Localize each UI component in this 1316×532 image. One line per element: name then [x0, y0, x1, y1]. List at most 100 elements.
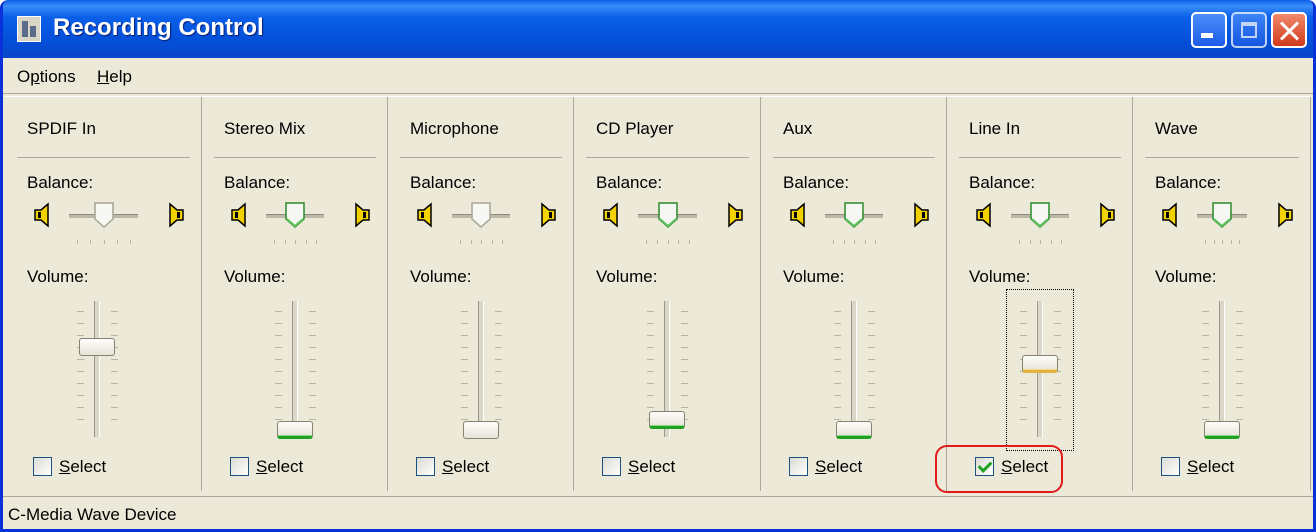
balance-tick [689, 240, 690, 244]
volume-slider-thumb[interactable] [276, 421, 313, 439]
volume-tick [111, 335, 118, 336]
balance-label: Balance: [224, 173, 291, 192]
status-bar: C-Media Wave Device [3, 496, 1313, 529]
right-speaker-icon [163, 201, 185, 229]
left-speaker-icon [230, 201, 252, 229]
volume-tick [1235, 395, 1243, 396]
close-button[interactable] [1271, 12, 1307, 48]
volume-tick [111, 419, 118, 420]
volume-tick [833, 323, 841, 324]
select-checkbox[interactable] [416, 457, 435, 476]
balance-tick [864, 240, 866, 244]
balance-tick [1040, 240, 1041, 244]
volume-track[interactable] [477, 301, 484, 437]
channel-name: Wave [1155, 119, 1198, 138]
volume-tick [494, 311, 502, 312]
balance-slider-thumb[interactable] [657, 201, 679, 229]
menu-options[interactable]: Options [17, 67, 76, 87]
volume-tick [1201, 347, 1209, 348]
volume-tick [647, 383, 654, 384]
volume-tick [77, 407, 84, 408]
focus-rectangle [1005, 289, 1074, 451]
volume-tick [1201, 395, 1209, 396]
balance-slider-thumb[interactable] [843, 201, 865, 229]
select-label[interactable]: Select [815, 457, 862, 477]
balance-tick [678, 240, 680, 244]
volume-tick [681, 359, 688, 360]
volume-tick [308, 335, 316, 336]
balance-tick [130, 240, 131, 244]
volume-tick [681, 407, 688, 408]
select-label[interactable]: Select [442, 457, 489, 477]
mixer-app-icon[interactable] [17, 16, 41, 42]
balance-slider-thumb[interactable] [93, 201, 115, 229]
menu-help[interactable]: Help [97, 67, 132, 87]
volume-slider-thumb[interactable] [79, 337, 115, 356]
volume-slider-thumb[interactable] [649, 410, 685, 429]
select-checkbox[interactable] [1161, 457, 1180, 476]
select-label[interactable]: Select [59, 457, 106, 477]
volume-tick [681, 383, 688, 384]
volume-tick [111, 407, 118, 408]
volume-track[interactable] [291, 301, 298, 437]
mixer-channels: SPDIF In Balance: Volume: Select Stereo Mix B… [5, 96, 1311, 491]
select-checkbox[interactable] [602, 457, 621, 476]
balance-tick [667, 240, 669, 244]
select-label[interactable]: Select [628, 457, 675, 477]
balance-tick [77, 240, 78, 244]
right-speaker-icon [535, 201, 557, 229]
balance-slider-thumb[interactable] [470, 201, 492, 229]
volume-tick [308, 359, 316, 360]
balance-slider-thumb[interactable] [1211, 201, 1233, 229]
balance-tick [460, 240, 461, 244]
select-label[interactable]: Select [256, 457, 303, 477]
volume-tick [274, 383, 282, 384]
balance-slider-thumb[interactable] [1029, 201, 1051, 229]
volume-label: Volume: [783, 267, 845, 286]
volume-tick [867, 371, 875, 372]
volume-tick [274, 359, 282, 360]
volume-track[interactable] [94, 301, 100, 437]
balance-label: Balance: [410, 173, 477, 192]
volume-tick [867, 383, 875, 384]
volume-tick [111, 323, 118, 324]
volume-tick [833, 419, 841, 420]
volume-slider-thumb[interactable] [835, 421, 872, 439]
volume-tick [647, 359, 654, 360]
volume-tick [460, 383, 468, 384]
volume-slider-thumb[interactable] [1203, 421, 1240, 439]
volume-tick [77, 359, 84, 360]
volume-track[interactable] [850, 301, 857, 437]
volume-tick [77, 335, 84, 336]
balance-label: Balance: [1155, 173, 1222, 192]
volume-label: Volume: [1155, 267, 1217, 286]
title-bar[interactable]: Recording Control [3, 0, 1313, 58]
volume-tick [274, 395, 282, 396]
volume-tick [460, 419, 468, 420]
volume-track[interactable] [1218, 301, 1225, 437]
balance-slider-thumb[interactable] [284, 201, 306, 229]
balance-tick [1222, 240, 1223, 244]
volume-tick [1201, 419, 1209, 420]
volume-tick [460, 323, 468, 324]
maximize-button[interactable] [1231, 12, 1267, 48]
volume-tick [460, 407, 468, 408]
minimize-button[interactable] [1191, 12, 1227, 48]
volume-tick [274, 371, 282, 372]
balance-tick [305, 240, 307, 244]
volume-label: Volume: [224, 267, 286, 286]
volume-tick [647, 347, 654, 348]
balance-tick [295, 240, 296, 244]
volume-tick [77, 371, 84, 372]
select-label[interactable]: Select [1187, 457, 1234, 477]
balance-label: Balance: [596, 173, 663, 192]
select-checkbox[interactable] [789, 457, 808, 476]
volume-tick [647, 371, 654, 372]
volume-tick [681, 323, 688, 324]
select-checkbox[interactable] [33, 457, 52, 476]
volume-tick [77, 419, 84, 420]
select-checkbox[interactable] [230, 457, 249, 476]
volume-tick [1201, 407, 1209, 408]
volume-slider-thumb[interactable] [462, 421, 499, 439]
left-speaker-icon [1161, 201, 1183, 229]
